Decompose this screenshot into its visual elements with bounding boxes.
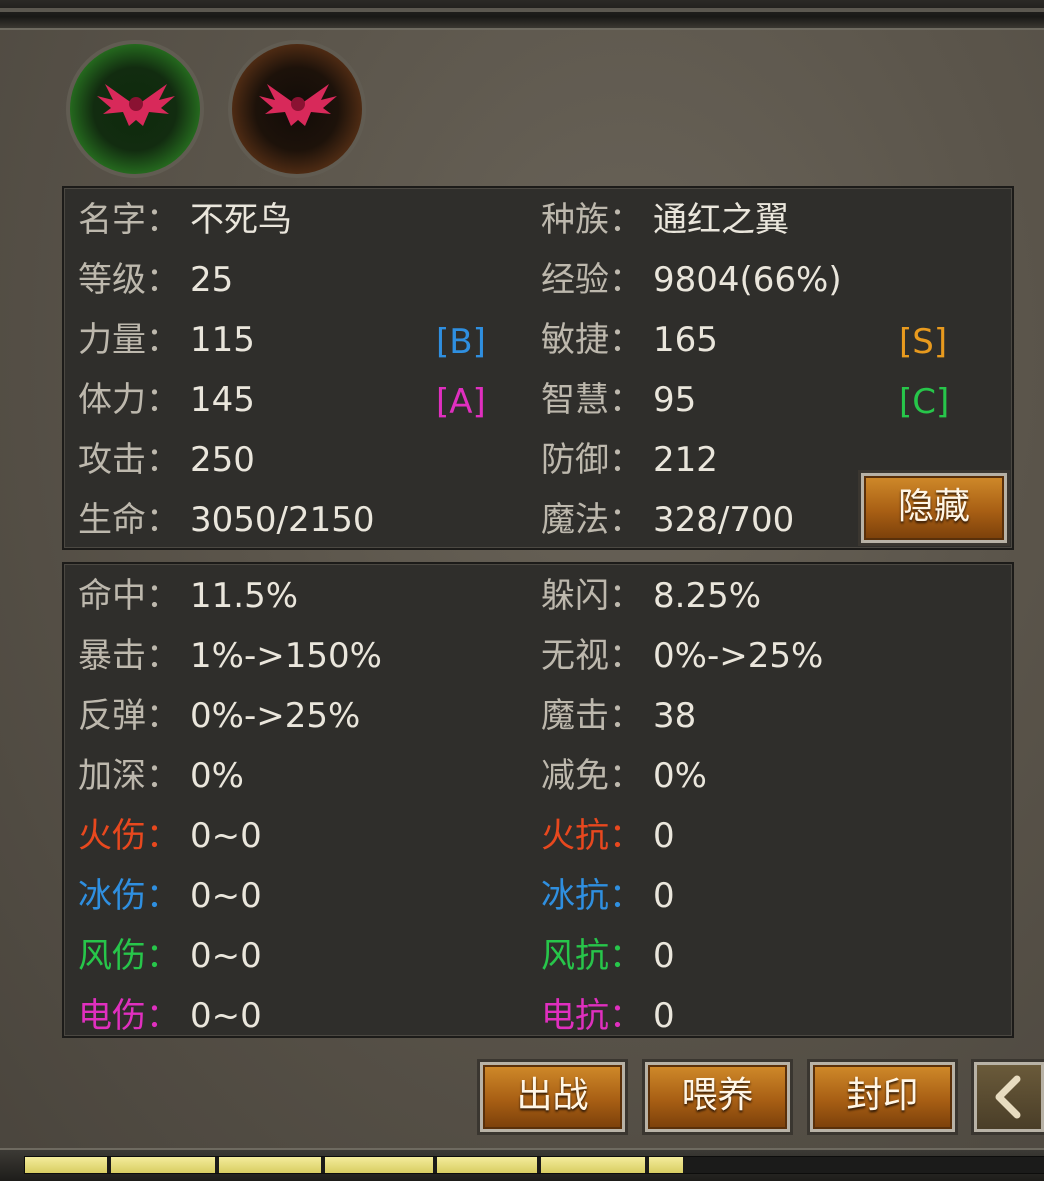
stat-value: 0%->25% <box>190 696 361 736</box>
stat-label: 名字： <box>78 200 180 240</box>
combat-attributes-panel: 命中： 11.5% 躲闪： 8.25% 暴击： 1%->150% 无视： 0%->25% 反弹：… <box>62 562 1014 1038</box>
stat-label: 攻击： <box>78 440 180 480</box>
stat-value: 25 <box>190 260 234 300</box>
stat-label: 减免： <box>541 756 643 796</box>
stat-label: 冰伤： <box>78 876 180 916</box>
stat-label: 暴击： <box>78 636 180 676</box>
stat-value: 通红之翼 <box>653 200 789 240</box>
bar-divider <box>965 1157 969 1173</box>
battle-button[interactable]: 出战 <box>477 1059 628 1135</box>
chevron-left-icon <box>995 1075 1021 1119</box>
stat-label: 冰抗： <box>541 876 643 916</box>
grade-badge-wisdom: [C] <box>899 382 950 422</box>
grade-badge-agility: [S] <box>899 322 948 362</box>
stat-value: 0 <box>653 996 675 1036</box>
stat-label: 生命： <box>78 500 180 540</box>
stat-label: 电抗： <box>541 996 643 1036</box>
stat-label: 智慧： <box>541 380 643 420</box>
phoenix-icon <box>97 84 175 126</box>
stat-value: 145 <box>190 380 255 420</box>
stat-label: 反弹： <box>78 696 180 736</box>
grade-badge-strength: [B] <box>436 322 486 362</box>
stat-value: 0~0 <box>190 816 262 856</box>
stat-label: 等级： <box>78 260 180 300</box>
stat-value: 0~0 <box>190 936 262 976</box>
phoenix-icon <box>259 84 337 126</box>
stat-label: 防御： <box>541 440 643 480</box>
stat-label: 无视： <box>541 636 643 676</box>
experience-bar <box>24 1156 1044 1174</box>
stat-value: 212 <box>653 440 718 480</box>
stat-label: 火抗： <box>541 816 643 856</box>
stat-value: 8.25% <box>653 576 762 616</box>
pet-slot-2[interactable] <box>228 40 366 178</box>
stat-value: 328/700 <box>653 500 795 540</box>
stat-value: 3050/2150 <box>190 500 375 540</box>
stat-value: 0%->25% <box>653 636 824 676</box>
stat-label: 电伤： <box>78 996 180 1036</box>
bar-divider <box>645 1157 649 1173</box>
stat-value: 0 <box>653 876 675 916</box>
stat-label: 躲闪： <box>541 576 643 616</box>
bar-divider <box>107 1157 111 1173</box>
top-frame <box>0 0 1044 30</box>
stat-label: 命中： <box>78 576 180 616</box>
stat-value: 250 <box>190 440 255 480</box>
grade-badge-stamina: [A] <box>436 382 486 422</box>
stat-label: 火伤： <box>78 816 180 856</box>
stat-value: 95 <box>653 380 697 420</box>
stat-value: 0~0 <box>190 996 262 1036</box>
stat-label: 加深： <box>78 756 180 796</box>
stat-value: 0 <box>653 936 675 976</box>
bar-divider <box>755 1157 759 1173</box>
bar-divider <box>537 1157 541 1173</box>
stat-label: 魔击： <box>541 696 643 736</box>
stat-label: 力量： <box>78 320 180 360</box>
stat-label: 风抗： <box>541 936 643 976</box>
stat-value: 0% <box>190 756 244 796</box>
stat-value: 165 <box>653 320 718 360</box>
feed-button[interactable]: 喂养 <box>642 1059 793 1135</box>
stat-value: 0% <box>653 756 707 796</box>
pet-slot-1[interactable] <box>66 40 204 178</box>
stat-label: 种族： <box>541 200 643 240</box>
stat-value: 不死鸟 <box>190 200 292 240</box>
bar-divider <box>215 1157 219 1173</box>
bar-divider <box>433 1157 437 1173</box>
stat-label: 经验： <box>541 260 643 300</box>
stat-value: 0~0 <box>190 876 262 916</box>
stat-label: 敏捷： <box>541 320 643 360</box>
seal-button[interactable]: 封印 <box>807 1059 958 1135</box>
hide-button[interactable]: 隐藏 <box>858 470 1010 546</box>
stat-value: 9804(66%) <box>653 260 842 300</box>
stat-label: 风伤： <box>78 936 180 976</box>
back-button[interactable] <box>971 1059 1044 1135</box>
bar-divider <box>321 1157 325 1173</box>
stat-value: 1%->150% <box>190 636 382 676</box>
stat-value: 0 <box>653 816 675 856</box>
stat-value: 11.5% <box>190 576 299 616</box>
bar-divider <box>863 1157 867 1173</box>
experience-bar-fill <box>25 1157 683 1173</box>
stat-label: 魔法： <box>541 500 643 540</box>
stat-value: 115 <box>190 320 255 360</box>
stat-value: 38 <box>653 696 697 736</box>
stat-label: 体力： <box>78 380 180 420</box>
top-rail <box>0 8 1044 12</box>
